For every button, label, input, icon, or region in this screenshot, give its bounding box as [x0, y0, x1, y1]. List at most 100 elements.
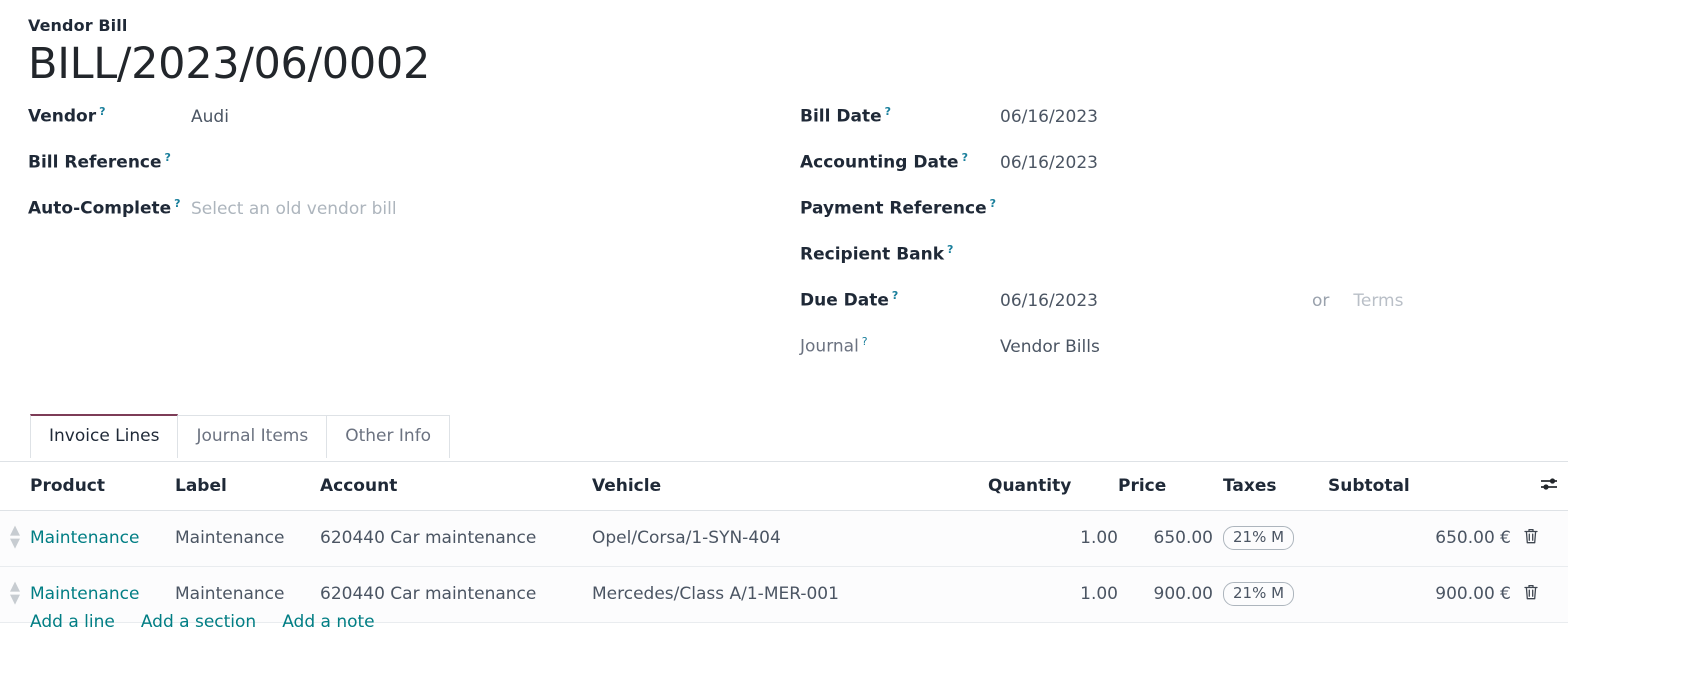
field-label-auto-complete: Auto-Complete? [28, 197, 191, 219]
column-header-product[interactable]: Product [30, 461, 175, 511]
tab-invoice-lines-label: Invoice Lines [49, 426, 160, 446]
field-value-accounting-date[interactable]: 06/16/2023 [1000, 153, 1098, 173]
field-value-auto-complete[interactable]: Select an old vendor bill [191, 199, 397, 219]
field-auto-complete: Auto-Complete? Select an old vendor bill [28, 197, 768, 243]
tab-invoice-lines[interactable]: Invoice Lines [30, 414, 179, 459]
field-value-due-date[interactable]: 06/16/2023 [1000, 291, 1098, 311]
field-label-bill-reference: Bill Reference? [28, 151, 191, 173]
field-label-payment-reference-text: Payment Reference [800, 199, 987, 220]
field-label-due-date-text: Due Date [800, 291, 889, 312]
help-icon-accounting-date[interactable]: ? [962, 151, 968, 164]
field-label-due-date: Due Date? [800, 289, 1000, 311]
column-header-vehicle[interactable]: Vehicle [592, 461, 988, 511]
field-label-accounting-date: Accounting Date? [800, 151, 1000, 173]
invoice-lines-table: Product Label Account Vehicle Quantity P… [0, 461, 1568, 623]
product-link[interactable]: Maintenance [30, 584, 139, 604]
invoice-lines-header: Product Label Account Vehicle Quantity P… [0, 461, 1568, 511]
cell-taxes[interactable]: 21% M [1223, 510, 1328, 567]
field-value-bill-date[interactable]: 06/16/2023 [1000, 107, 1098, 127]
field-payment-reference: Payment Reference? [800, 197, 1600, 243]
document-kind-label: Vendor Bill [28, 16, 128, 35]
cell-taxes[interactable]: 21% M [1223, 566, 1328, 623]
column-header-subtotal-label: Subtotal [1328, 475, 1410, 496]
field-label-bill-reference-text: Bill Reference [28, 153, 162, 174]
tab-journal-items[interactable]: Journal Items [177, 415, 328, 459]
column-header-label[interactable]: Label [175, 461, 320, 511]
column-header-price[interactable]: Price [1118, 461, 1223, 511]
sliders-icon[interactable] [1540, 476, 1559, 497]
vendor-bill-form: Vendor Bill BILL/2023/06/0002 Vendor? Au… [0, 0, 1684, 687]
field-label-vendor: Vendor? [28, 105, 191, 127]
column-header-quantity[interactable]: Quantity [988, 461, 1118, 511]
invoice-lines-body: ▲ ▼ Maintenance Maintenance 620440 Car ma… [0, 510, 1568, 623]
field-journal: Journal? Vendor Bills [800, 335, 1600, 381]
document-header: Vendor Bill BILL/2023/06/0002 [0, 0, 1684, 87]
column-header-subtotal[interactable]: Subtotal [1328, 461, 1523, 511]
tax-badge[interactable]: 21% M [1223, 525, 1295, 551]
field-label-payment-reference: Payment Reference? [800, 197, 1000, 219]
field-label-auto-complete-text: Auto-Complete [28, 199, 172, 220]
form-fields-area: Vendor? Audi Bill Reference? Auto-Comple… [0, 105, 1684, 385]
cell-product[interactable]: Maintenance [30, 510, 175, 567]
field-value-vendor[interactable]: Audi [191, 107, 229, 127]
field-accounting-date: Accounting Date? 06/16/2023 [800, 151, 1600, 197]
cell-subtotal: 900.00 € [1328, 566, 1523, 623]
product-link[interactable]: Maintenance [30, 528, 139, 548]
cell-vehicle[interactable]: Opel/Corsa/1-SYN-404 [592, 510, 988, 567]
help-icon-vendor[interactable]: ? [99, 105, 105, 118]
add-a-section-button[interactable]: Add a section [141, 612, 256, 632]
field-due-date: Due Date? 06/16/2023 or Terms [800, 289, 1600, 335]
tax-badge[interactable]: 21% M [1223, 581, 1295, 607]
field-recipient-bank: Recipient Bank? [800, 243, 1600, 289]
table-row[interactable]: ▲ ▼ Maintenance Maintenance 620440 Car ma… [0, 510, 1568, 567]
help-icon-recipient-bank[interactable]: ? [947, 243, 953, 256]
cell-delete [1523, 566, 1568, 623]
cell-account[interactable]: 620440 Car maintenance [320, 510, 592, 567]
field-vendor: Vendor? Audi [28, 105, 768, 151]
cell-label[interactable]: Maintenance [175, 510, 320, 567]
cell-price[interactable]: 900.00 [1118, 566, 1223, 623]
column-header-account[interactable]: Account [320, 461, 592, 511]
drag-handle-icon[interactable]: ▲ ▼ [10, 580, 20, 606]
trash-icon[interactable] [1523, 583, 1539, 605]
add-a-line-button[interactable]: Add a line [30, 612, 115, 632]
field-bill-date: Bill Date? 06/16/2023 [800, 105, 1600, 151]
form-column-right: Bill Date? 06/16/2023 Accounting Date? 0… [800, 105, 1600, 381]
column-header-optional-columns [1523, 461, 1568, 511]
cell-delete [1523, 510, 1568, 567]
tab-other-info[interactable]: Other Info [326, 415, 451, 459]
help-icon-journal[interactable]: ? [862, 335, 868, 348]
notebook-tabs: Invoice Lines Journal Items Other Info [30, 414, 451, 459]
row-drag-cell: ▲ ▼ [0, 510, 30, 567]
help-icon-bill-reference[interactable]: ? [165, 151, 171, 164]
due-date-or-separator: or [1311, 291, 1330, 312]
tab-journal-items-label: Journal Items [196, 426, 309, 446]
field-label-journal-text: Journal [800, 337, 859, 358]
field-label-journal: Journal? [800, 335, 1000, 357]
form-column-left: Vendor? Audi Bill Reference? Auto-Comple… [28, 105, 768, 243]
row-drag-cell: ▲ ▼ [0, 566, 30, 623]
drag-handle-icon[interactable]: ▲ ▼ [10, 524, 20, 550]
field-value-payment-terms[interactable]: Terms [1353, 291, 1403, 311]
cell-quantity[interactable]: 1.00 [988, 566, 1118, 623]
field-label-bill-date: Bill Date? [800, 105, 1000, 127]
help-icon-bill-date[interactable]: ? [885, 105, 891, 118]
field-label-recipient-bank: Recipient Bank? [800, 243, 1000, 265]
help-icon-due-date[interactable]: ? [892, 289, 898, 302]
column-header-handle [0, 461, 30, 511]
field-value-journal[interactable]: Vendor Bills [1000, 337, 1100, 357]
column-header-taxes[interactable]: Taxes [1223, 461, 1328, 511]
page-title[interactable]: BILL/2023/06/0002 [28, 41, 1684, 88]
cell-price[interactable]: 650.00 [1118, 510, 1223, 567]
cell-subtotal: 650.00 € [1328, 510, 1523, 567]
cell-vehicle[interactable]: Mercedes/Class A/1-MER-001 [592, 566, 988, 623]
trash-icon[interactable] [1523, 527, 1539, 549]
table-header-row: Product Label Account Vehicle Quantity P… [0, 461, 1568, 511]
help-icon-auto-complete[interactable]: ? [174, 197, 180, 210]
cell-quantity[interactable]: 1.00 [988, 510, 1118, 567]
add-a-note-button[interactable]: Add a note [282, 612, 374, 632]
field-label-vendor-text: Vendor [28, 107, 97, 128]
line-actions: Add a line Add a section Add a note [30, 612, 375, 632]
help-icon-payment-reference[interactable]: ? [990, 197, 996, 210]
field-bill-reference: Bill Reference? [28, 151, 768, 197]
